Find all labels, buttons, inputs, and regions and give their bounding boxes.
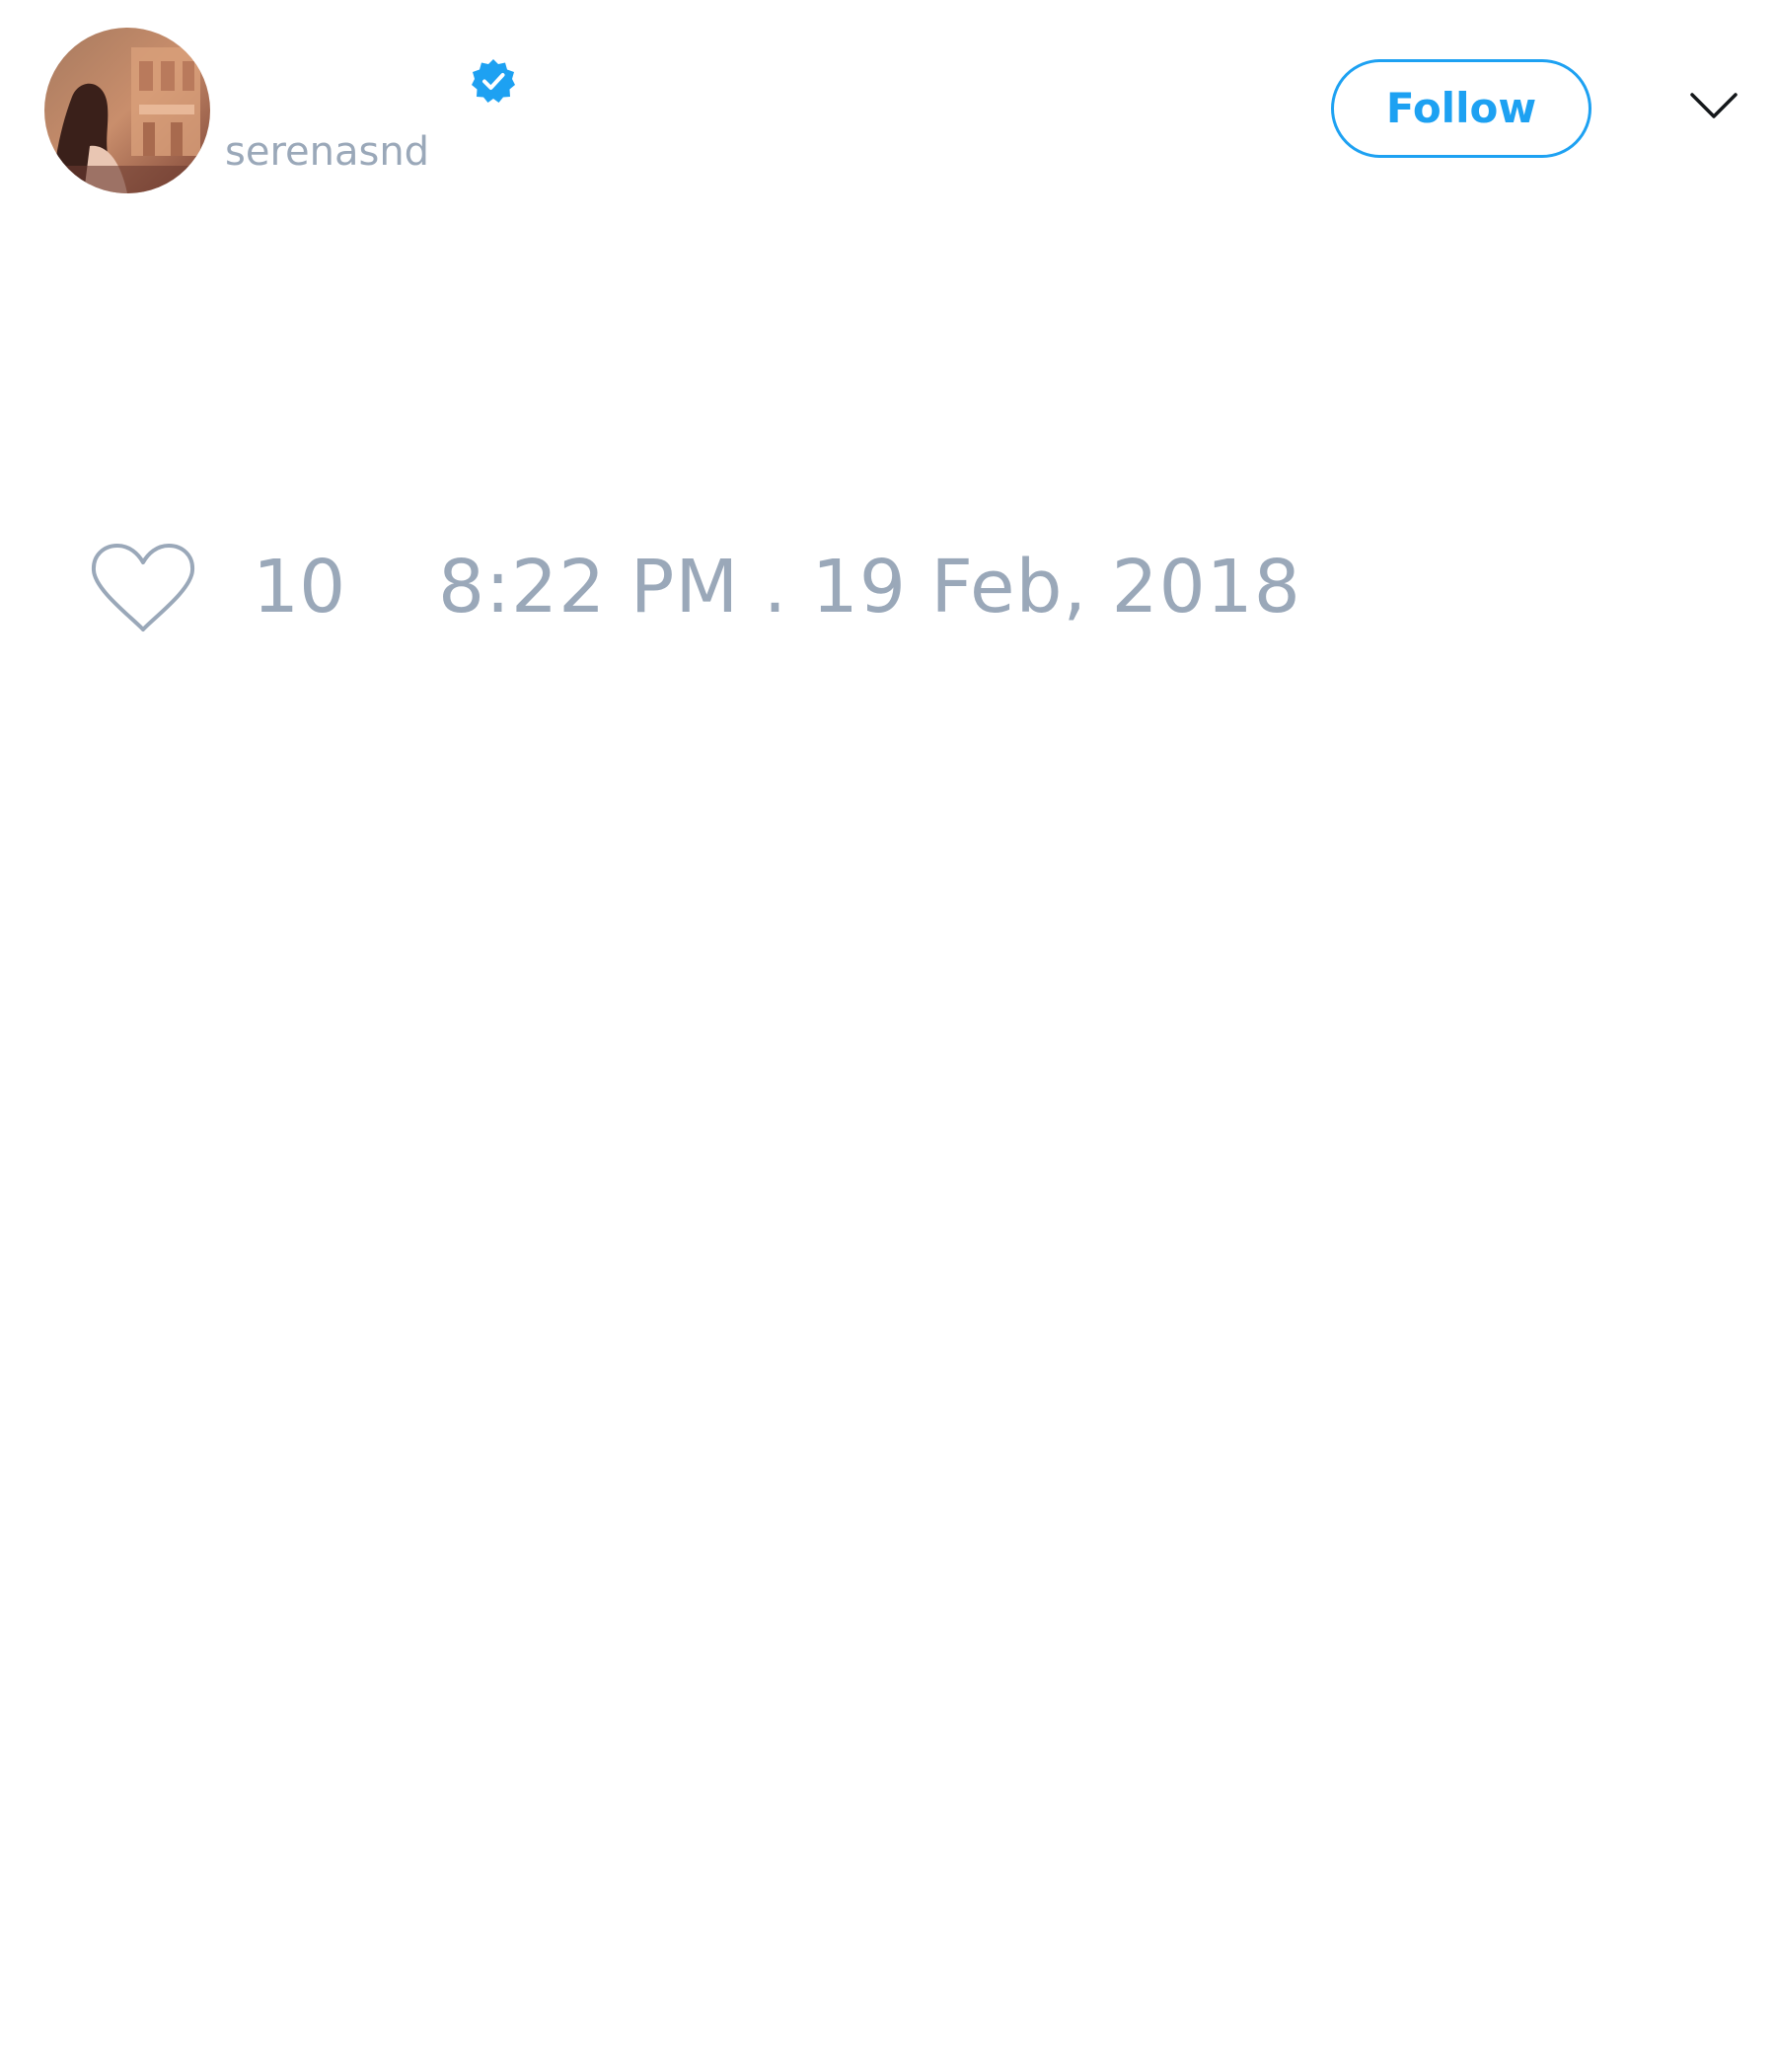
like-count: 10	[253, 545, 346, 629]
verified-badge-icon	[472, 59, 515, 103]
avatar-photo	[44, 28, 210, 193]
tweet-timestamp[interactable]: 8:22 PM . 19 Feb, 2018	[438, 543, 1301, 631]
avatar[interactable]	[44, 28, 210, 193]
author-handle[interactable]: serenasnd	[225, 124, 429, 180]
chevron-down-icon[interactable]	[1689, 91, 1739, 122]
heart-outline-icon	[91, 544, 195, 631]
like-button[interactable]	[89, 541, 197, 635]
follow-button[interactable]: Follow	[1331, 59, 1591, 158]
